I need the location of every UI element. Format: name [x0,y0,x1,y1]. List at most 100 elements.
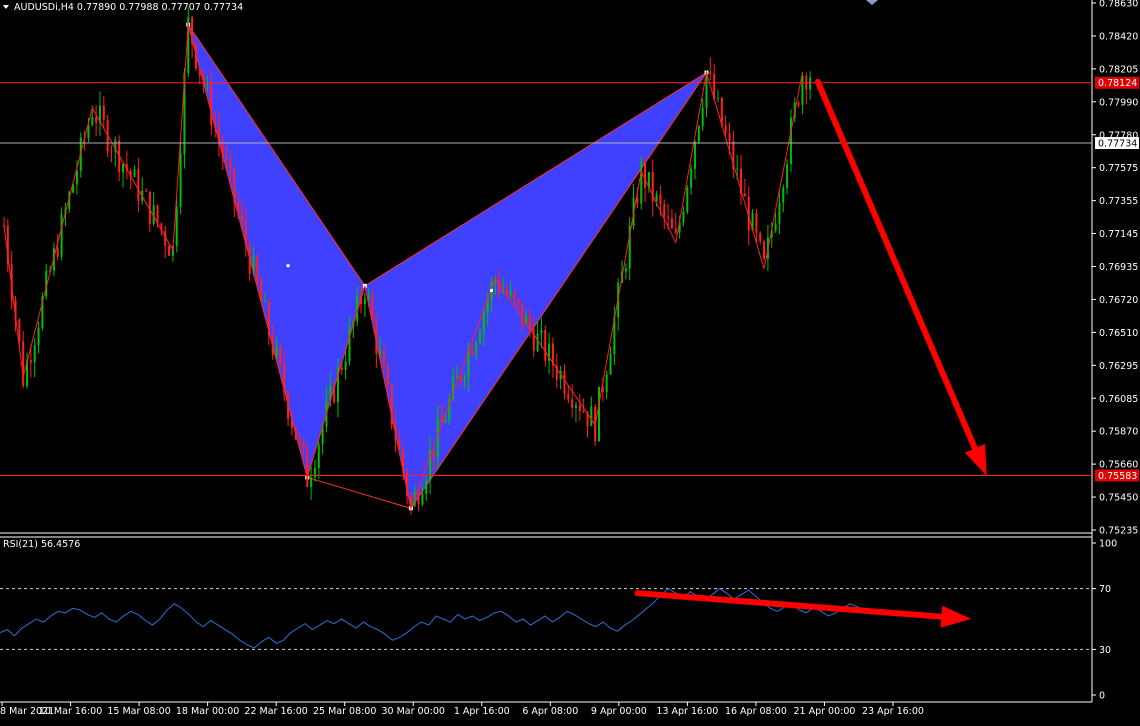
candle-up [455,376,458,378]
candle-down [743,193,746,197]
candle-down [371,296,374,320]
candle-down [513,291,516,299]
candle-up [367,296,370,299]
candle-up [624,268,627,272]
candle-up [717,97,719,99]
price-tick-label: 0.77145 [1099,229,1138,240]
candle-up [60,214,63,257]
candle-down [417,492,420,505]
candle-down [168,245,171,256]
candle-up [175,207,178,247]
candle-up [122,164,124,173]
candle-down [145,190,148,192]
time-tick-label: 15 Mar 08:00 [107,706,170,717]
candle-down [102,105,105,120]
candle-down [156,205,159,224]
candle-down [521,303,524,325]
candle-down [755,213,758,233]
candle-down [544,330,547,361]
candle-up [482,312,485,334]
candle-down [241,212,243,221]
candle-down [674,228,677,233]
candle-up [509,291,512,296]
price-tick-label: 0.76295 [1099,361,1138,372]
candle-down [256,256,259,282]
candle-up [264,301,267,303]
price-tick-label: 0.75450 [1099,493,1138,504]
candle-down [517,298,520,304]
candle-up [348,327,351,362]
price-tick-label: 0.77355 [1099,196,1138,207]
candle-up [363,298,366,305]
candle-down [763,241,766,259]
candle-up [789,117,792,164]
candle-down [498,279,501,293]
candle-down [137,169,140,202]
candle-up [778,202,781,224]
candle-down [728,133,731,142]
candle-up [682,211,685,223]
price-tick-label: 0.75660 [1099,460,1138,471]
chart-background [0,0,1140,722]
candle-up [782,187,785,203]
candle-up [91,117,94,125]
candle-up [425,480,428,494]
candle-down [667,216,670,219]
candle-up [697,126,700,142]
candle-up [37,327,40,346]
candle-down [571,399,574,408]
time-tick-label: 25 Mar 08:00 [313,706,376,717]
candle-up [655,194,658,202]
candle-up [809,77,812,90]
price-tick-label: 0.78205 [1099,64,1138,75]
candle-up [686,187,689,212]
candle-down [532,329,535,351]
time-tick-label: 10 Mar 16:00 [39,706,102,717]
candle-down [797,102,800,105]
candle-up [133,169,136,177]
candle-up [605,374,608,392]
price-tick-label: 0.77575 [1099,163,1138,174]
candle-down [306,449,309,487]
candle-up [444,420,447,423]
candle-up [690,168,693,188]
candle-up [310,477,313,487]
candle-up [701,107,704,127]
rsi-tick-label: 0 [1099,691,1105,702]
candle-up [75,170,78,185]
rsi-tick-label: 30 [1099,645,1111,656]
candle-down [659,194,662,205]
rsi-title: RSI(21) 56.4576 [3,539,80,550]
candle-up [598,386,600,442]
candle-up [736,168,739,170]
price-tick-label: 0.75235 [1099,526,1138,537]
candle-down [759,232,762,242]
candle-up [344,361,347,371]
price-tick-label: 0.78630 [1099,0,1138,10]
candle-up [463,376,466,381]
candle-down [582,411,585,413]
candle-down [210,83,213,126]
price-tick-label: 0.75870 [1099,427,1138,438]
price-tick-label: 0.77990 [1099,97,1138,108]
time-tick-label: 16 Apr 08:00 [725,706,787,717]
candle-down [229,160,232,169]
candle-down [724,125,727,134]
chart-canvas[interactable]: 0.786300.784200.782050.779900.777800.775… [0,0,1140,722]
candle-down [578,405,581,412]
price-tick-label: 0.78420 [1099,31,1138,42]
price-tick-label: 0.76510 [1099,328,1138,339]
candle-up [206,83,209,86]
candle-down [22,341,25,387]
candle-up [421,493,424,505]
time-tick-label: 1 Apr 16:00 [454,706,510,717]
candle-up [33,345,36,363]
candle-up [179,154,182,208]
time-tick-label: 30 Mar 00:00 [382,706,445,717]
candle-up [801,76,804,105]
price-tick-label: 0.76085 [1099,394,1138,405]
rsi-tick-label: 100 [1099,539,1117,550]
candle-up [275,346,278,356]
hline-label: 0.75583 [1098,471,1137,482]
price-tick-label: 0.76720 [1099,295,1138,306]
